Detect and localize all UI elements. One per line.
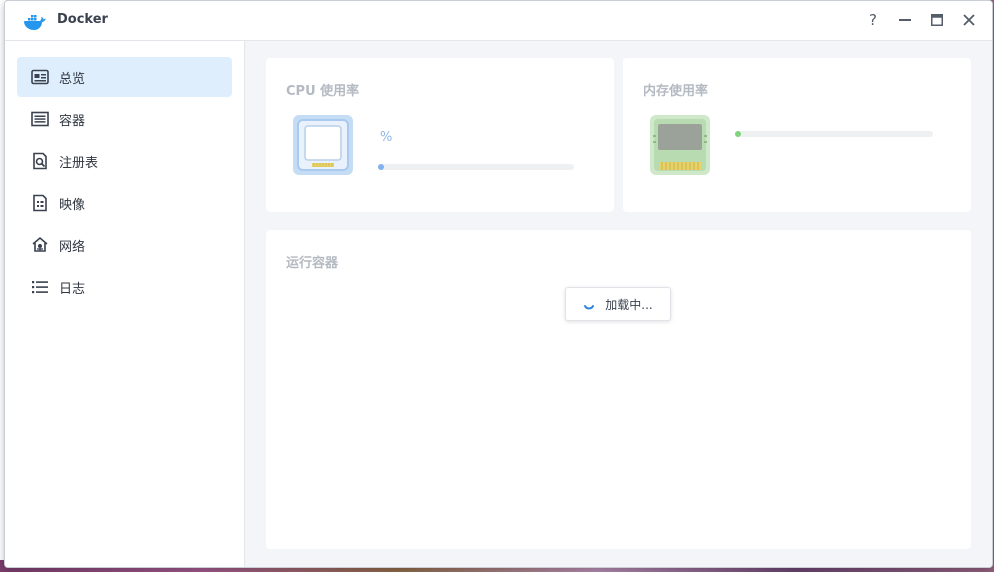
close-icon	[963, 14, 975, 26]
sidebar-item-overview[interactable]: 总览	[17, 57, 232, 97]
cpu-chip-icon	[293, 115, 353, 175]
registry-icon	[31, 152, 49, 170]
sidebar-item-log[interactable]: 日志	[17, 267, 232, 307]
memory-usage-bar-fill	[735, 131, 741, 137]
sidebar-item-image[interactable]: 映像	[17, 183, 232, 223]
running-containers-title: 运行容器	[286, 256, 339, 271]
help-icon[interactable]: ?	[864, 10, 882, 30]
network-icon	[31, 236, 49, 254]
image-icon	[31, 194, 49, 212]
minimize-icon	[899, 19, 911, 21]
cpu-usage-bar	[378, 164, 574, 170]
loading-indicator: 加载中...	[565, 287, 671, 321]
loading-text: 加载中...	[605, 297, 653, 312]
memory-usage-bar	[735, 131, 933, 137]
sidebar-item-label: 日志	[59, 281, 86, 297]
container-icon	[31, 110, 49, 128]
memory-usage-card: 内存使用率	[623, 58, 971, 212]
minimize-button[interactable]	[896, 10, 914, 30]
sidebar-item-label: 映像	[59, 197, 86, 213]
cpu-usage-card: CPU 使用率 %	[266, 58, 614, 212]
memory-chip-icon	[650, 115, 710, 175]
close-button[interactable]	[960, 10, 978, 30]
log-icon	[31, 278, 49, 296]
sidebar-item-label: 注册表	[59, 155, 99, 171]
sidebar-item-network[interactable]: 网络	[17, 225, 232, 265]
cpu-usage-bar-fill	[378, 164, 384, 170]
sidebar-item-label: 容器	[59, 113, 86, 129]
title-bar: Docker ?	[5, 1, 992, 41]
sidebar-item-container[interactable]: 容器	[17, 99, 232, 139]
cpu-usage-title: CPU 使用率	[286, 84, 360, 99]
memory-usage-title: 内存使用率	[643, 84, 709, 99]
loading-spinner-icon	[584, 305, 595, 310]
cpu-usage-value: %	[380, 130, 393, 145]
sidebar: 总览 容器 注册表 映像 网络 日志	[5, 41, 245, 567]
overview-icon	[31, 68, 49, 86]
docker-window: Docker ? 总览 容器 注册表 映像 网络 日志 CPU 使用率 % 内存…	[4, 0, 993, 568]
window-title: Docker	[57, 12, 108, 27]
main-panel: CPU 使用率 % 内存使用率 运行容器 加载中...	[245, 41, 992, 567]
docker-whale-icon	[24, 15, 46, 30]
maximize-button[interactable]	[928, 10, 946, 30]
maximize-icon	[931, 14, 943, 26]
sidebar-item-label: 网络	[59, 239, 86, 255]
sidebar-item-label: 总览	[59, 71, 86, 87]
sidebar-item-registry[interactable]: 注册表	[17, 141, 232, 181]
running-containers-card: 运行容器	[266, 230, 971, 549]
